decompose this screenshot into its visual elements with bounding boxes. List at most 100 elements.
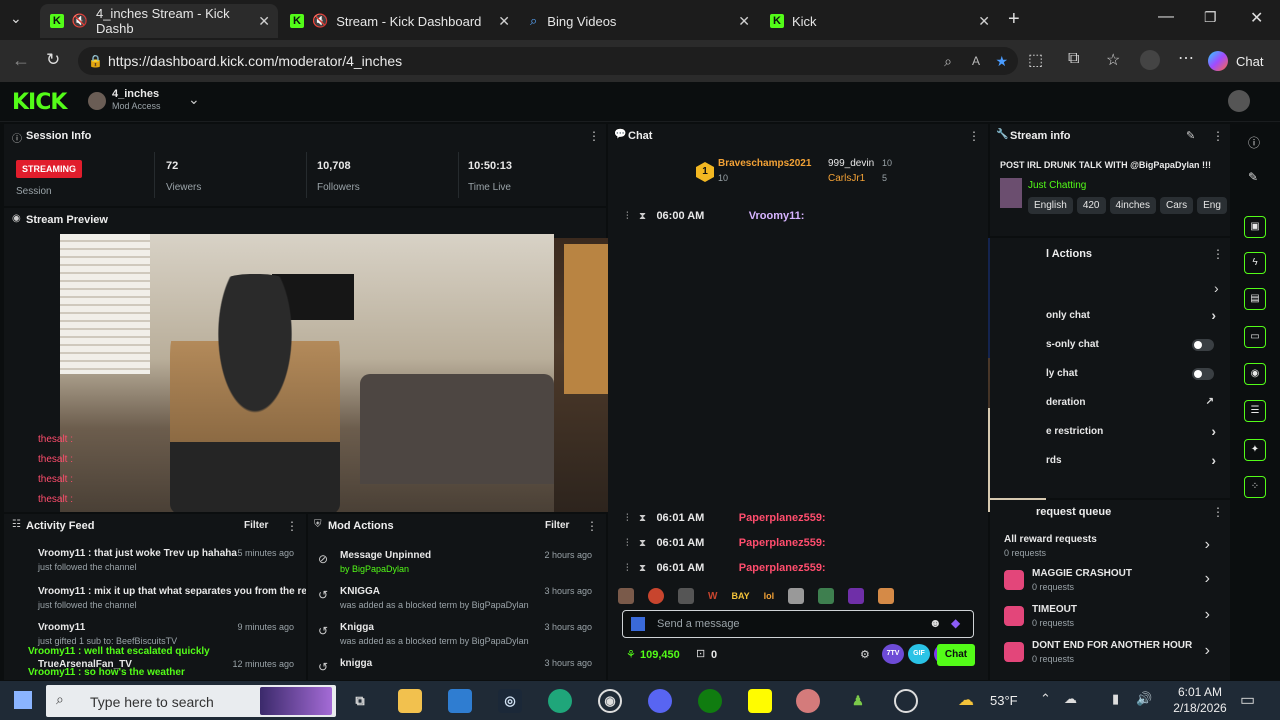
xbox-icon[interactable]: [698, 689, 722, 713]
wrench-tool-icon[interactable]: ✦: [1244, 439, 1266, 461]
emote[interactable]: [878, 588, 895, 604]
toggle-switch[interactable]: [1192, 368, 1214, 380]
close-tab-icon[interactable]: ✕: [978, 13, 990, 30]
edit-pencil-icon[interactable]: ✎: [1248, 170, 1258, 184]
emote[interactable]: [678, 588, 694, 604]
start-button[interactable]: [14, 691, 32, 709]
clock-time[interactable]: 6:01 AM: [1168, 685, 1232, 699]
all-requests-row[interactable]: All reward requests 0 requests ›: [1004, 534, 1220, 560]
discord-icon[interactable]: [648, 689, 672, 713]
category-name[interactable]: Just Chatting: [1028, 180, 1086, 191]
panel-menu-icon[interactable]: ⋮: [1212, 129, 1224, 143]
queue-tool-icon[interactable]: ☰: [1244, 400, 1266, 422]
clock-date[interactable]: 2/18/2026: [1162, 701, 1238, 715]
emote-bay[interactable]: BAY: [731, 591, 749, 601]
send-chat-button[interactable]: Chat: [937, 644, 975, 666]
emote[interactable]: [618, 588, 634, 604]
close-tab-icon[interactable]: ✕: [498, 13, 510, 30]
toggle-switch[interactable]: [1192, 339, 1214, 351]
read-aloud-icon[interactable]: A: [972, 47, 980, 75]
info-icon[interactable]: ⓘ: [1248, 134, 1260, 151]
app-icon[interactable]: [796, 689, 820, 713]
reward-row[interactable]: DONT END FOR ANOTHER HOUR 0 requests ›: [1004, 640, 1220, 666]
volume-icon[interactable]: 🔊: [1136, 691, 1152, 707]
filter-button[interactable]: Filter: [244, 520, 268, 531]
favorites-icon[interactable]: ☆: [1106, 50, 1120, 70]
emote[interactable]: [848, 588, 865, 604]
chess-icon[interactable]: ♟: [846, 689, 870, 713]
emote-lol[interactable]: lol: [764, 591, 775, 601]
taskbar-search-box[interactable]: ⌕ Type here to search: [46, 685, 336, 717]
task-view-icon[interactable]: ⧉: [348, 689, 372, 713]
panel-menu-icon[interactable]: ⋮: [1212, 247, 1224, 261]
obs-icon[interactable]: ◉: [598, 689, 622, 713]
close-tab-icon[interactable]: ✕: [258, 13, 270, 30]
reward-row[interactable]: MAGGIE CRASHOUT 0 requests ›: [1004, 568, 1220, 594]
refresh-button[interactable]: ↻: [46, 50, 60, 70]
chat-input-box[interactable]: Send a message ☻ ◆: [622, 610, 974, 638]
tab-kick[interactable]: K Kick ✕: [760, 4, 998, 38]
settings-gear-icon[interactable]: ⚙: [860, 648, 870, 661]
panel-menu-icon[interactable]: ⋮: [286, 519, 298, 533]
collections-icon[interactable]: ⧉: [1068, 50, 1079, 68]
back-button[interactable]: ←: [12, 50, 30, 71]
tray-overflow-icon[interactable]: ⌃: [1040, 691, 1051, 707]
close-tab-icon[interactable]: ✕: [738, 13, 750, 30]
stream-preview-tool-icon[interactable]: ▣: [1244, 216, 1266, 238]
channel-switcher-chevron-icon[interactable]: ⌄: [188, 91, 200, 108]
panel-menu-icon[interactable]: ⋮: [586, 519, 598, 533]
zoom-icon[interactable]: ⌕: [944, 47, 952, 75]
panel-menu-icon[interactable]: ⋮: [1212, 505, 1224, 519]
onedrive-icon[interactable]: ☁: [1064, 691, 1077, 707]
more-menu-icon[interactable]: ⋯: [1178, 48, 1194, 68]
lightning-tool-icon[interactable]: ϟ: [1244, 252, 1266, 274]
panel-menu-icon[interactable]: ⋮: [968, 129, 980, 143]
network-icon[interactable]: ▮: [1112, 691, 1119, 707]
kick-logo[interactable]: KICK: [12, 90, 67, 115]
action-row[interactable]: rds ›: [1046, 452, 1226, 471]
document-tool-icon[interactable]: ▤: [1244, 288, 1266, 310]
maximize-button[interactable]: ❐: [1204, 9, 1217, 26]
panel-menu-icon[interactable]: ⋮: [588, 129, 600, 143]
copilot-button[interactable]: Chat: [1208, 46, 1263, 76]
apps-tool-icon[interactable]: ⁘: [1244, 476, 1266, 498]
gif-badge[interactable]: GIF: [908, 644, 930, 664]
gift-icon[interactable]: ⊡: [696, 647, 705, 660]
close-window-button[interactable]: ✕: [1250, 8, 1263, 28]
tab-actions-icon[interactable]: ⌄: [10, 10, 30, 30]
recording-icon[interactable]: [894, 689, 918, 713]
tab-kick-dashboard-4inches[interactable]: K 🔇 4_inches Stream - Kick Dashb ✕: [40, 4, 278, 38]
action-row[interactable]: only chat ›: [1046, 307, 1226, 326]
extensions-icon[interactable]: ⬚: [1028, 50, 1043, 70]
action-row[interactable]: ly chat: [1046, 368, 1226, 384]
profile-avatar[interactable]: [1140, 50, 1160, 70]
emote[interactable]: [788, 588, 805, 604]
chat-tool-icon[interactable]: ▭: [1244, 326, 1266, 348]
edge-icon[interactable]: [548, 689, 572, 713]
favorite-star-icon[interactable]: ★: [995, 47, 1008, 75]
kicks-icon[interactable]: ◆: [951, 616, 960, 630]
user-avatar[interactable]: [1228, 90, 1250, 112]
emote[interactable]: [818, 588, 835, 604]
action-row[interactable]: s-only chat: [1046, 339, 1226, 355]
new-tab-button[interactable]: +: [1008, 8, 1020, 31]
minimize-button[interactable]: —: [1158, 8, 1174, 26]
tab-bing-videos[interactable]: ⌕ Bing Videos ✕: [520, 4, 758, 38]
broadcast-tool-icon[interactable]: ◉: [1244, 363, 1266, 385]
emote[interactable]: W: [708, 591, 717, 602]
chevron-right-icon[interactable]: ›: [1214, 280, 1219, 296]
tab-stream-dashboard[interactable]: K 🔇 Stream - Kick Dashboard ✕: [280, 4, 518, 38]
weather-temp[interactable]: 53°F: [990, 693, 1018, 708]
microsoft-store-icon[interactable]: [448, 689, 472, 713]
stream-video-left[interactable]: [60, 234, 554, 512]
action-row[interactable]: e restriction ›: [1046, 423, 1226, 442]
emoji-icon[interactable]: ☻: [929, 616, 942, 630]
edit-pencil-icon[interactable]: ✎: [1186, 129, 1195, 142]
reward-row[interactable]: TIMEOUT 0 requests ›: [1004, 604, 1220, 630]
emote[interactable]: [648, 588, 664, 604]
address-bar[interactable]: 🔒 https://dashboard.kick.com/moderator/4…: [78, 47, 1018, 75]
file-explorer-icon[interactable]: [398, 689, 422, 713]
snapchat-icon[interactable]: [748, 689, 772, 713]
action-row[interactable]: deration ↗: [1046, 396, 1226, 413]
7tv-badge[interactable]: 7TV: [882, 644, 904, 664]
